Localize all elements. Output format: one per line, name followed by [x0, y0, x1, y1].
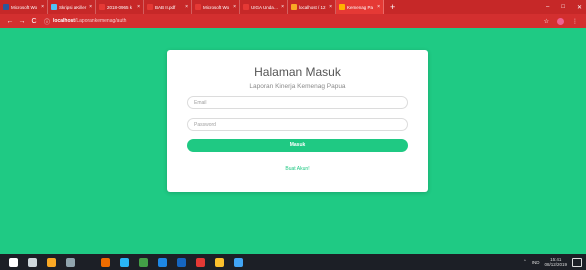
browser-tab[interactable]: BAB II.pdf ×	[144, 0, 192, 14]
app-blue-icon[interactable]	[158, 257, 167, 267]
browser-tab[interactable]: Microsoft Wo ×	[192, 0, 240, 14]
address-bar[interactable]: ⓘ localhost /Laporankemenag/auth	[44, 16, 544, 26]
language-indicator[interactable]: IND	[532, 260, 540, 265]
page-subtitle: Laporan Kinerja Kemenag Papua	[249, 83, 346, 90]
tab-label: Microsoft Wo	[11, 4, 38, 10]
tab-favicon-icon	[147, 4, 153, 10]
notification-icon[interactable]	[572, 257, 582, 267]
tab-close-icon[interactable]: ×	[233, 4, 236, 10]
browser-tab[interactable]: Kemenag Pa ×	[336, 0, 384, 14]
app-store-icon[interactable]	[234, 257, 243, 267]
browser-tab-strip: Microsoft Wo × Skripsi aKiller × 2018-0965 k…	[0, 0, 586, 14]
reload-icon[interactable]: C	[28, 18, 40, 25]
tab-favicon-icon	[339, 4, 345, 10]
window-controls: – □ ✕	[546, 0, 586, 14]
clock[interactable]: 15:41 08/12/2019	[544, 257, 567, 267]
tab-close-icon[interactable]: ×	[281, 4, 284, 10]
taskbar: ⌃ IND 15:41 08/12/2019	[0, 254, 586, 270]
word-icon[interactable]	[177, 257, 186, 267]
tab-label: localhost / 12	[299, 4, 326, 10]
tab-close-icon[interactable]: ×	[89, 4, 92, 10]
tab-close-icon[interactable]: ×	[377, 4, 380, 10]
address-host: localhost	[53, 18, 75, 24]
network-icon[interactable]: ⌃	[523, 259, 527, 265]
windows-start-icon[interactable]	[9, 257, 18, 267]
browser-tab[interactable]: localhost / 12 ×	[288, 0, 336, 14]
tab-favicon-icon	[51, 4, 57, 10]
maximize-icon[interactable]: □	[561, 4, 565, 10]
login-button[interactable]: Masuk	[187, 139, 408, 152]
chrome-icon[interactable]	[215, 257, 224, 267]
tab-label: UIGA Undangan	[251, 4, 279, 10]
tab-favicon-icon	[3, 4, 9, 10]
page-title: Halaman Masuk	[254, 65, 341, 79]
bookmark-star-icon[interactable]: ☆	[544, 18, 549, 25]
info-icon[interactable]: ⓘ	[44, 17, 50, 26]
browser-tab[interactable]: UIGA Undangan×	[240, 0, 288, 14]
close-icon[interactable]: ✕	[577, 4, 582, 11]
minimize-icon[interactable]: –	[546, 4, 549, 10]
tab-favicon-icon	[291, 4, 297, 10]
back-icon[interactable]: ←	[4, 18, 16, 25]
extension-icon[interactable]	[557, 17, 564, 25]
tab-close-icon[interactable]: ×	[329, 4, 332, 10]
taskview-icon[interactable]	[66, 257, 75, 267]
pdf-icon[interactable]	[196, 257, 205, 267]
edge-icon[interactable]	[120, 257, 129, 267]
app-green-icon[interactable]	[139, 257, 148, 267]
system-tray: ⌃ IND 15:41 08/12/2019	[523, 257, 582, 267]
search-icon[interactable]	[28, 257, 37, 267]
email-field[interactable]	[187, 96, 408, 109]
forward-icon[interactable]: →	[16, 18, 28, 25]
tab-label: Microsoft Wo	[203, 4, 230, 10]
tab-close-icon[interactable]: ×	[137, 4, 140, 10]
menu-icon[interactable]: ⋮	[572, 18, 578, 25]
new-tab-button[interactable]: +	[384, 0, 401, 14]
password-field[interactable]	[187, 118, 408, 131]
browser-toolbar: ← → C ⓘ localhost /Laporankemenag/auth ☆…	[0, 14, 586, 28]
tab-label: 2018-0965 k	[107, 4, 133, 10]
tab-favicon-icon	[243, 4, 249, 10]
browser-tab[interactable]: 2018-0965 k ×	[96, 0, 144, 14]
app-orange-icon[interactable]	[101, 257, 110, 267]
tab-favicon-icon	[99, 4, 105, 10]
tab-label: Kemenag Pa	[347, 4, 374, 10]
tab-label: BAB II.pdf	[155, 4, 176, 10]
clock-date: 08/12/2019	[544, 262, 567, 267]
login-card: Halaman Masuk Laporan Kinerja Kemenag Pa…	[167, 50, 428, 192]
register-link[interactable]: Buat Akun!	[167, 166, 428, 172]
tab-favicon-icon	[195, 4, 201, 10]
file-explorer-icon[interactable]	[47, 257, 56, 267]
tab-label: Skripsi aKiller	[59, 4, 87, 10]
address-path: /Laporankemenag/auth	[74, 18, 127, 24]
browser-tab[interactable]: Microsoft Wo ×	[0, 0, 48, 14]
tab-close-icon[interactable]: ×	[41, 4, 44, 10]
tab-close-icon[interactable]: ×	[185, 4, 188, 10]
browser-tab[interactable]: Skripsi aKiller ×	[48, 0, 96, 14]
